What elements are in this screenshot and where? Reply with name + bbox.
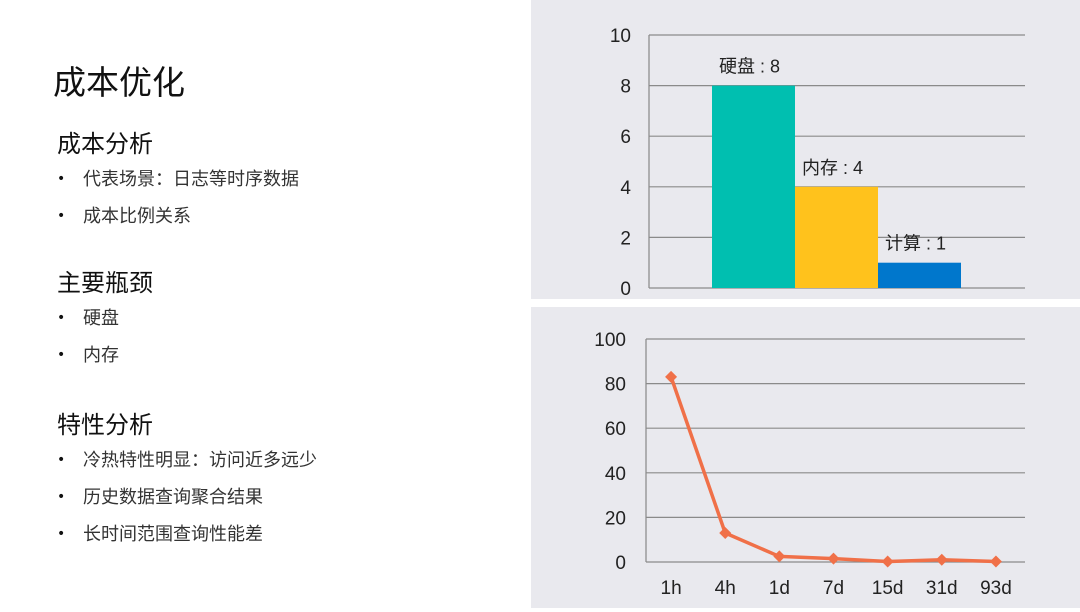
section-heading: 特性分析 (57, 411, 153, 439)
bullet-icon: • (57, 310, 66, 326)
y-tick-label: 6 (620, 127, 631, 148)
list-item-text: 成本比例关系 (83, 206, 191, 227)
list-item-text: 内存 (83, 345, 119, 366)
bullet-icon: • (57, 452, 66, 468)
list-item: • 内存 (57, 337, 153, 374)
data-point-4h (719, 527, 732, 540)
list-item-text: 历史数据查询聚合结果 (83, 487, 263, 508)
section-heading: 成本分析 (57, 130, 153, 158)
x-tick-label: 7d (823, 578, 844, 599)
slide-title: 成本优化 (53, 63, 185, 102)
section-bottleneck: 主要瓶颈 • 硬盘 • 内存 (57, 266, 153, 374)
data-point-1d (773, 550, 786, 563)
section-characteristics: 特性分析 • 冷热特性明显：访问近多远少 • 历史数据查询聚合结果 • 长时间范围查询… (57, 408, 317, 553)
bullet-icon: • (57, 208, 66, 224)
list-item: • 代表场景：日志等时序数据 (57, 161, 299, 198)
y-tick-label: 0 (615, 553, 626, 574)
data-label: 硬盘 : 8 (719, 57, 780, 77)
series-line (669, 376, 996, 564)
list-item: • 长时间范围查询性能差 (57, 516, 317, 553)
x-tick-label: 1d (769, 578, 790, 599)
list-item-text: 长时间范围查询性能差 (83, 524, 263, 545)
list-item-text: 硬盘 (83, 308, 119, 329)
section-heading: 主要瓶颈 (57, 269, 153, 297)
bullet-icon: • (57, 171, 66, 187)
bar-chart: 0 2 4 6 8 10 硬盘 : 8 内存 : 4 计算 : 1 (610, 26, 1025, 300)
data-label: 内存 : 4 (802, 158, 863, 178)
x-tick-label: 4h (715, 578, 736, 599)
bullet-icon: • (57, 526, 66, 542)
data-point-93d (989, 555, 1002, 568)
line-chart-panel: 0 20 40 60 80 100 1h 4h 1d 7d 15d 31d 93d (531, 307, 1080, 608)
list-item-text: 代表场景：日志等时序数据 (83, 169, 299, 190)
y-tick-label: 60 (605, 419, 626, 440)
x-tick-label: 93d (980, 578, 1012, 599)
y-tick-label: 0 (620, 279, 631, 299)
y-tick-label: 40 (605, 464, 626, 485)
line-chart: 0 20 40 60 80 100 1h 4h 1d 7d 15d 31d 93d (594, 330, 1025, 599)
list-item: • 成本比例关系 (57, 198, 299, 235)
list-item-text: 冷热特性明显：访问近多远少 (83, 450, 317, 471)
y-tick-label: 20 (605, 508, 626, 529)
x-tick-label: 31d (926, 578, 958, 599)
y-tick-label: 80 (605, 375, 626, 396)
bar-chart-panel: 0 2 4 6 8 10 硬盘 : 8 内存 : 4 计算 : 1 (531, 0, 1080, 300)
bullet-icon: • (57, 489, 66, 505)
y-tick-label: 4 (620, 178, 631, 199)
bar-内存 (795, 186, 878, 288)
y-tick-label: 2 (620, 228, 631, 249)
data-point-15d (881, 555, 894, 568)
data-point-31d (935, 553, 948, 566)
y-tick-label: 10 (610, 26, 631, 47)
data-point-1h (665, 370, 678, 383)
list-item: • 历史数据查询聚合结果 (57, 479, 317, 516)
bullet-icon: • (57, 347, 66, 363)
section-cost-analysis: 成本分析 • 代表场景：日志等时序数据 • 成本比例关系 (57, 127, 299, 235)
data-label: 计算 : 1 (885, 234, 946, 254)
x-tick-label: 15d (872, 578, 904, 599)
bar-硬盘 (712, 85, 795, 288)
y-tick-label: 8 (620, 77, 631, 98)
list-item: • 冷热特性明显：访问近多远少 (57, 442, 317, 479)
x-tick-label: 1h (661, 578, 682, 599)
list-item: • 硬盘 (57, 300, 153, 337)
data-point-7d (827, 552, 840, 565)
y-tick-label: 100 (594, 330, 626, 351)
bar-计算 (878, 262, 961, 288)
